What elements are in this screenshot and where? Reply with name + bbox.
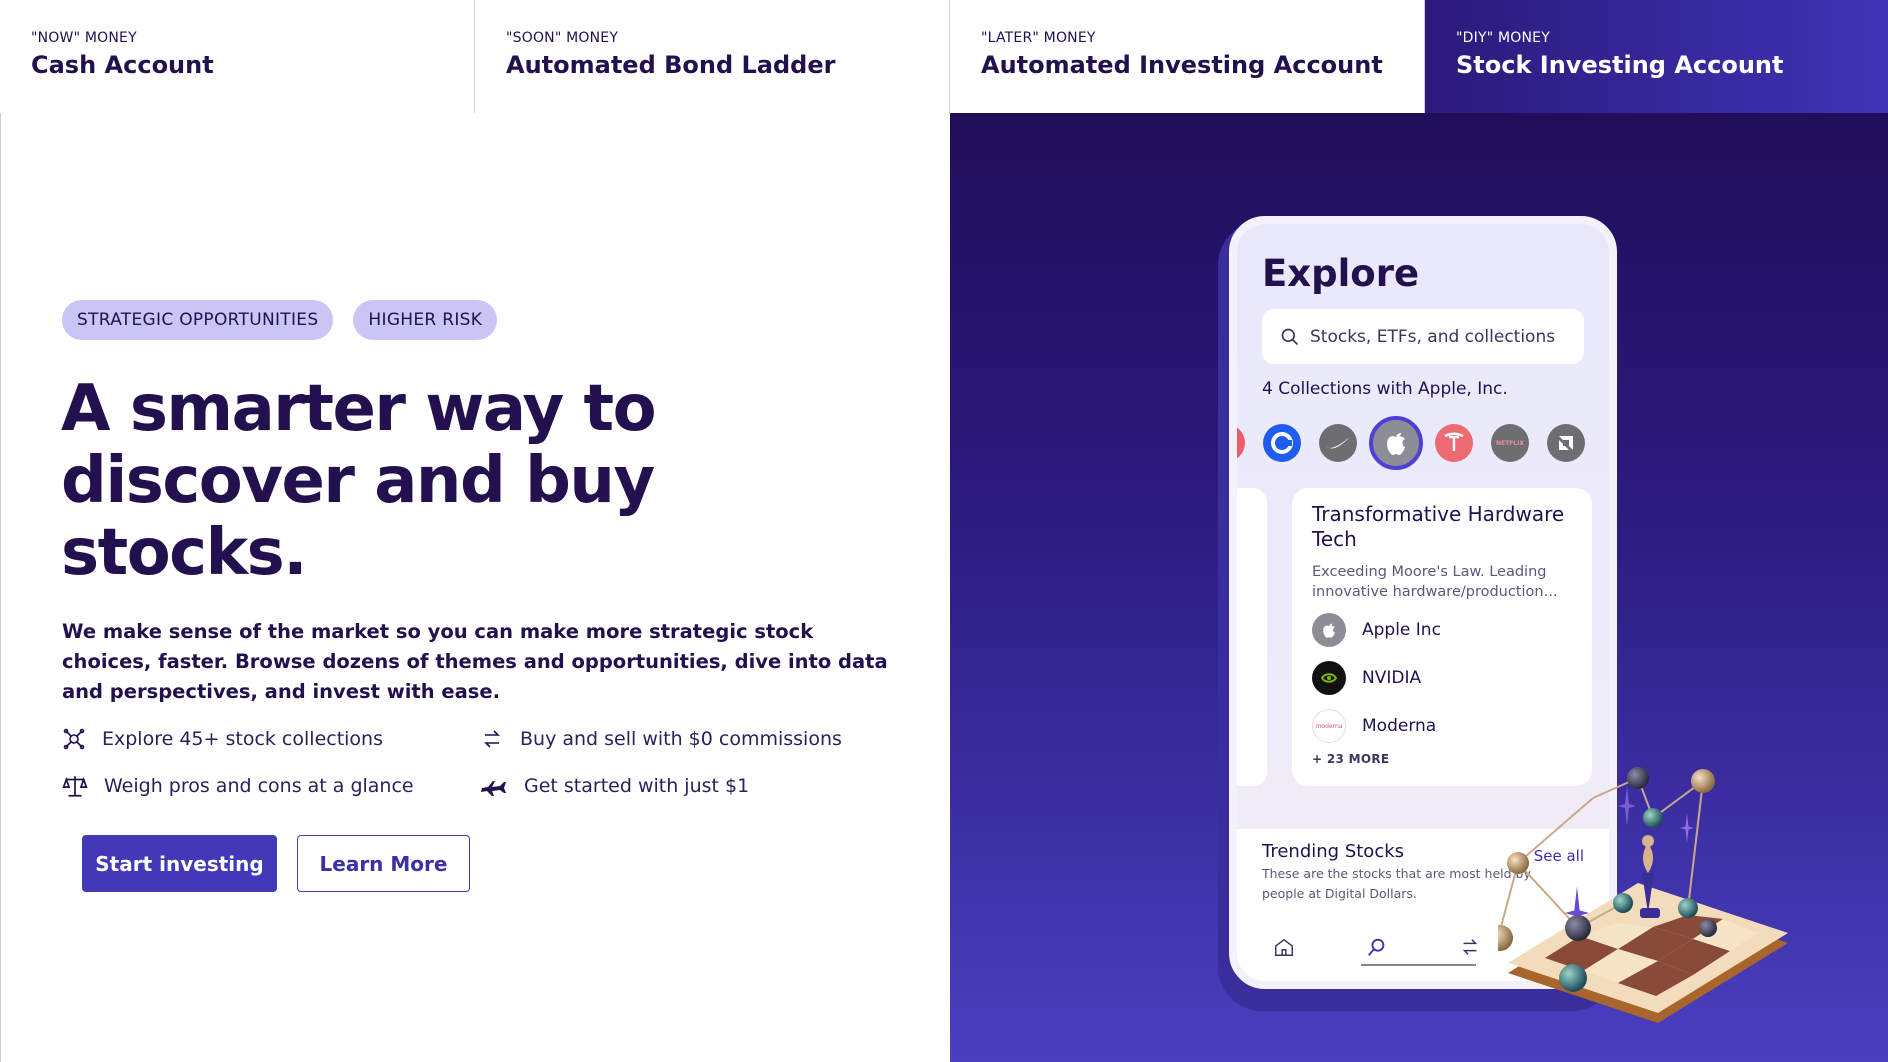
collection-description: Exceeding Moore's Law. Leading innovativ… xyxy=(1312,564,1558,600)
badge-group: STRATEGIC OPPORTUNITIES HIGHER RISK xyxy=(62,300,498,340)
tab-title: Automated Bond Ladder xyxy=(506,51,836,79)
stock-row[interactable]: Apple Inc xyxy=(1312,606,1572,654)
hero-illustration: Explore Stocks, ETFs, and collections 4 … xyxy=(950,113,1888,1062)
feature-list: Explore 45+ stock collections Buy and se… xyxy=(62,725,882,799)
collections-caption: 4 Collections with Apple, Inc. xyxy=(1262,379,1508,399)
phone-search-field[interactable]: Stocks, ETFs, and collections xyxy=(1262,309,1584,364)
netflix-logo-icon[interactable]: NETFLIX xyxy=(1491,424,1529,462)
feature-item: Explore 45+ stock collections xyxy=(62,725,480,752)
airplane-icon xyxy=(481,780,506,796)
apple-logo-icon xyxy=(1312,613,1346,647)
badge-strategic: STRATEGIC OPPORTUNITIES xyxy=(62,300,334,340)
learn-more-button[interactable]: Learn More xyxy=(297,835,470,892)
chessboard-illustration xyxy=(1498,767,1788,1023)
feature-text: Weigh pros and cons at a glance xyxy=(104,774,414,797)
tab-title: Automated Investing Account xyxy=(981,51,1383,79)
nike-logo-icon[interactable] xyxy=(1319,424,1357,462)
moderna-logo-icon: moderna xyxy=(1312,709,1346,743)
headline: A smarter way to discover and buy stocks… xyxy=(61,372,657,590)
stock-row[interactable]: moderna Moderna xyxy=(1312,702,1572,750)
hero-content: STRATEGIC OPPORTUNITIES HIGHER RISK A sm… xyxy=(0,113,950,1062)
tab-bond-ladder[interactable]: "SOON" MONEY Automated Bond Ladder xyxy=(475,0,950,113)
stock-name: NVIDIA xyxy=(1362,668,1422,688)
stock-row[interactable]: NVIDIA xyxy=(1312,654,1572,702)
tab-title: Cash Account xyxy=(31,51,214,79)
tab-stock-investing[interactable]: "DIY" MONEY Stock Investing Account xyxy=(1425,0,1888,113)
tab-kicker: "LATER" MONEY xyxy=(981,30,1096,46)
stock-name: Moderna xyxy=(1362,716,1437,736)
product-tabs: "NOW" MONEY Cash Account "SOON" MONEY Au… xyxy=(0,0,1888,113)
tab-kicker: "DIY" MONEY xyxy=(1456,30,1550,46)
explore-title: Explore xyxy=(1262,252,1420,295)
search-icon xyxy=(1281,328,1299,345)
swap-icon[interactable] xyxy=(1459,936,1481,958)
lead-paragraph: We make sense of the market so you can m… xyxy=(62,620,888,703)
tab-automated-investing[interactable]: "LATER" MONEY Automated Investing Accoun… xyxy=(950,0,1425,113)
tab-kicker: "SOON" MONEY xyxy=(506,30,619,46)
nav-active-indicator xyxy=(1361,964,1476,966)
feature-item: Get started with just $1 xyxy=(480,772,880,799)
collections-icon xyxy=(63,728,85,749)
collection-title: Transformative Hardware Tech xyxy=(1312,502,1565,551)
collection-card[interactable]: Transformative Hardware Tech Exceeding M… xyxy=(1292,488,1592,786)
feature-text: Explore 45+ stock collections xyxy=(102,727,383,750)
swap-arrows-icon xyxy=(484,729,500,748)
previous-collection-card[interactable] xyxy=(1237,488,1267,786)
coinbase-logo-icon[interactable] xyxy=(1263,424,1301,462)
apple-logo-icon[interactable] xyxy=(1369,416,1423,470)
feature-item: Weigh pros and cons at a glance xyxy=(62,772,480,799)
search-placeholder: Stocks, ETFs, and collections xyxy=(1310,326,1556,347)
tab-title: Stock Investing Account xyxy=(1456,51,1784,79)
home-icon[interactable] xyxy=(1273,936,1295,958)
amd-logo-icon[interactable] xyxy=(1547,424,1585,462)
feature-text: Get started with just $1 xyxy=(524,774,750,797)
feature-text: Buy and sell with $0 commissions xyxy=(520,727,842,750)
scale-icon xyxy=(62,775,88,797)
nvidia-logo-icon xyxy=(1312,661,1346,695)
badge-risk: HIGHER RISK xyxy=(353,300,498,340)
tab-cash-account[interactable]: "NOW" MONEY Cash Account xyxy=(0,0,475,113)
start-investing-button[interactable]: Start investing xyxy=(82,835,277,892)
partial-red-logo-icon[interactable] xyxy=(1237,424,1245,462)
stock-name: Apple Inc xyxy=(1362,620,1441,640)
feature-item: Buy and sell with $0 commissions xyxy=(480,725,880,752)
search-icon[interactable] xyxy=(1366,936,1388,958)
tesla-logo-icon[interactable] xyxy=(1435,424,1473,462)
tab-kicker: "NOW" MONEY xyxy=(31,30,137,46)
company-logo-strip: NETFLIX xyxy=(1237,416,1609,470)
